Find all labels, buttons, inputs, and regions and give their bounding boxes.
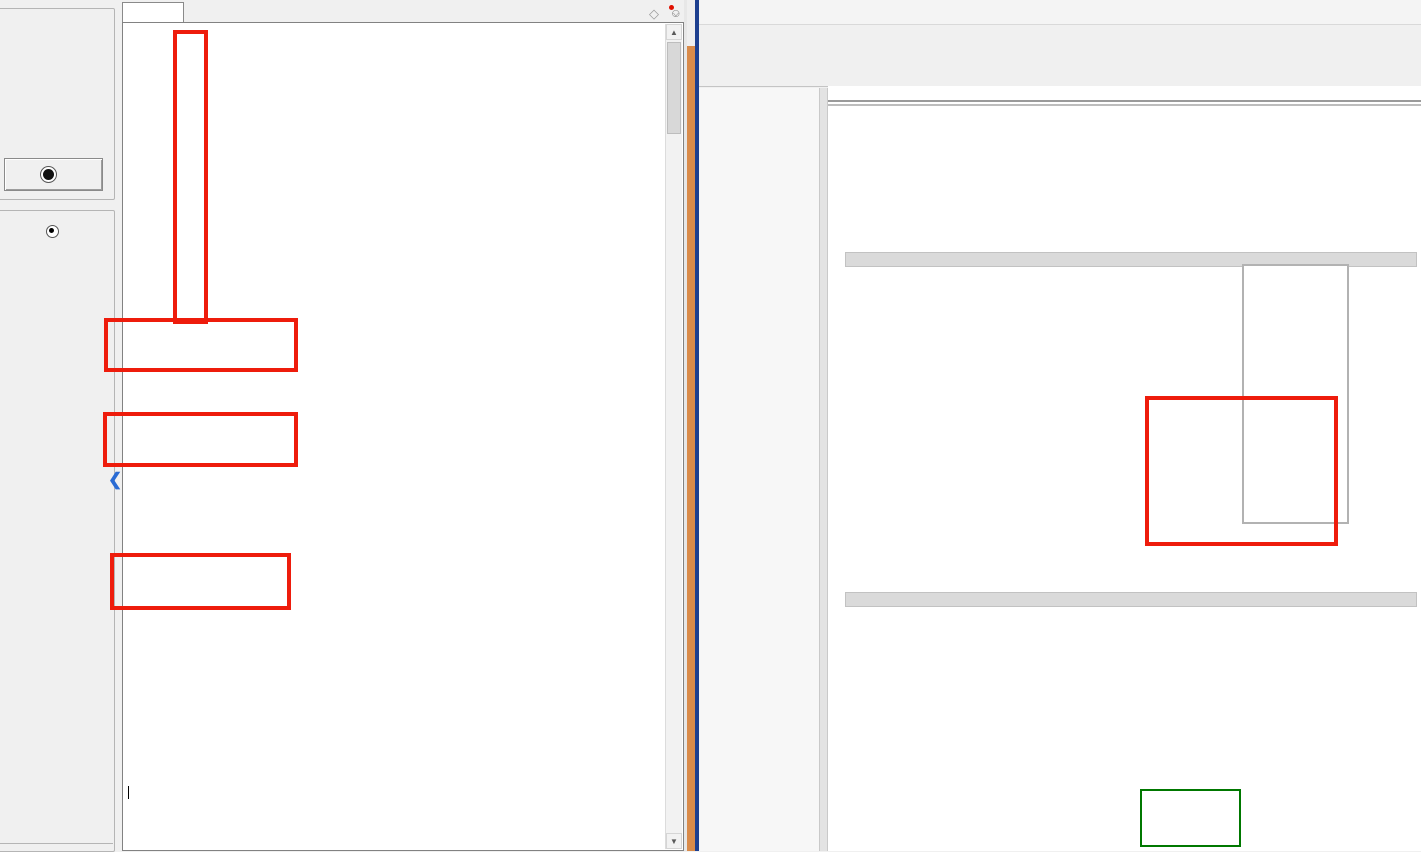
open-port-button[interactable] xyxy=(4,158,103,191)
data-log[interactable]: ▲ ▼ xyxy=(122,22,684,851)
window-gap-top xyxy=(687,0,695,46)
tab-data-log[interactable] xyxy=(122,2,184,24)
radio-hex-dot xyxy=(49,228,54,233)
menu-bar xyxy=(699,0,1421,25)
background-window-edge xyxy=(687,46,695,851)
toolbar-ladder xyxy=(699,55,1421,87)
collapse-panel-chevron[interactable]: ❮ xyxy=(108,470,122,490)
port-led-icon xyxy=(43,169,54,180)
radio-hex[interactable] xyxy=(46,225,59,238)
ton-timer-box[interactable] xyxy=(1140,789,1241,847)
notification-dot xyxy=(669,5,674,10)
bell-icon[interactable]: ⎉ xyxy=(671,6,685,20)
project-tree[interactable] xyxy=(699,88,819,851)
ladder-editor[interactable] xyxy=(828,86,1421,851)
text-caret xyxy=(128,786,129,799)
toolbar-standard xyxy=(699,25,1421,56)
scroll-down-arrow[interactable]: ▼ xyxy=(666,833,682,849)
diamond-icon[interactable]: ◇ xyxy=(649,6,663,20)
scroll-up-arrow[interactable]: ▲ xyxy=(666,24,682,40)
log-scrollbar[interactable]: ▲ ▼ xyxy=(665,24,682,849)
recv-settings-group xyxy=(0,210,115,852)
screen: { "colors":{"accent_orange":"#ff6a00","l… xyxy=(0,0,1421,851)
scroll-thumb[interactable] xyxy=(667,42,681,134)
mbus-msg-box[interactable] xyxy=(1242,264,1349,524)
uart-settings-panel: ❮ xyxy=(0,0,122,851)
network5-comment-bar[interactable] xyxy=(845,592,1417,607)
pane-splitter[interactable] xyxy=(819,88,828,851)
